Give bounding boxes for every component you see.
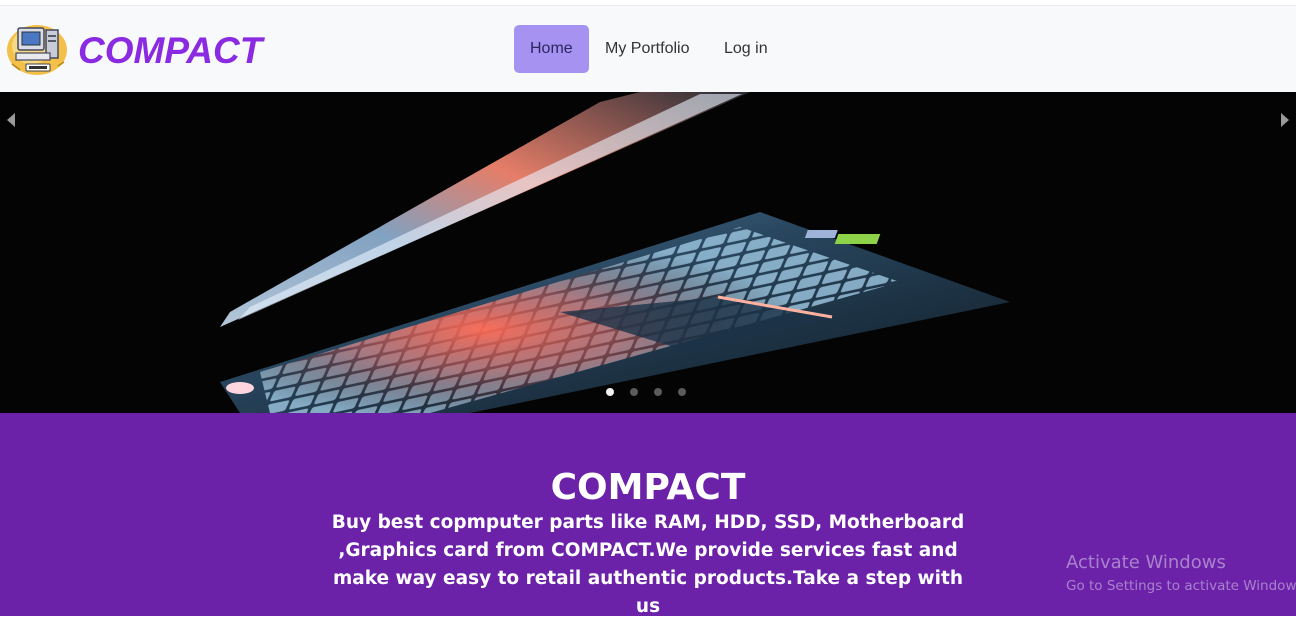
watermark-title: Activate Windows: [1066, 552, 1226, 573]
brand-name[interactable]: COMPACT: [78, 30, 262, 72]
nav-login-link[interactable]: Log in: [708, 25, 784, 73]
caret-left-icon[interactable]: [4, 110, 18, 130]
carousel-indicator-1[interactable]: [606, 388, 614, 396]
caret-right-icon[interactable]: [1278, 110, 1292, 130]
activate-windows-watermark: Activate Windows Go to Settings to activ…: [1066, 552, 1296, 594]
carousel-indicator-3[interactable]: [654, 388, 662, 396]
computer-logo-icon[interactable]: [6, 20, 68, 76]
nav-home-link[interactable]: Home: [514, 25, 589, 73]
carousel-indicators: [606, 388, 686, 396]
hero-title: COMPACT: [550, 467, 746, 508]
hero-carousel: [0, 92, 1296, 413]
carousel-indicator-2[interactable]: [630, 388, 638, 396]
navbar: COMPACT Home My Portfolio Log in: [0, 6, 1296, 92]
hero-description: Buy best copmputer parts like RAM, HDD, …: [331, 512, 965, 617]
watermark-subtitle: Go to Settings to activate Windows.: [1066, 578, 1296, 594]
nav-portfolio-link[interactable]: My Portfolio: [589, 25, 705, 73]
laptop-keyboard-photo: [0, 92, 1296, 413]
carousel-indicator-4[interactable]: [678, 388, 686, 396]
